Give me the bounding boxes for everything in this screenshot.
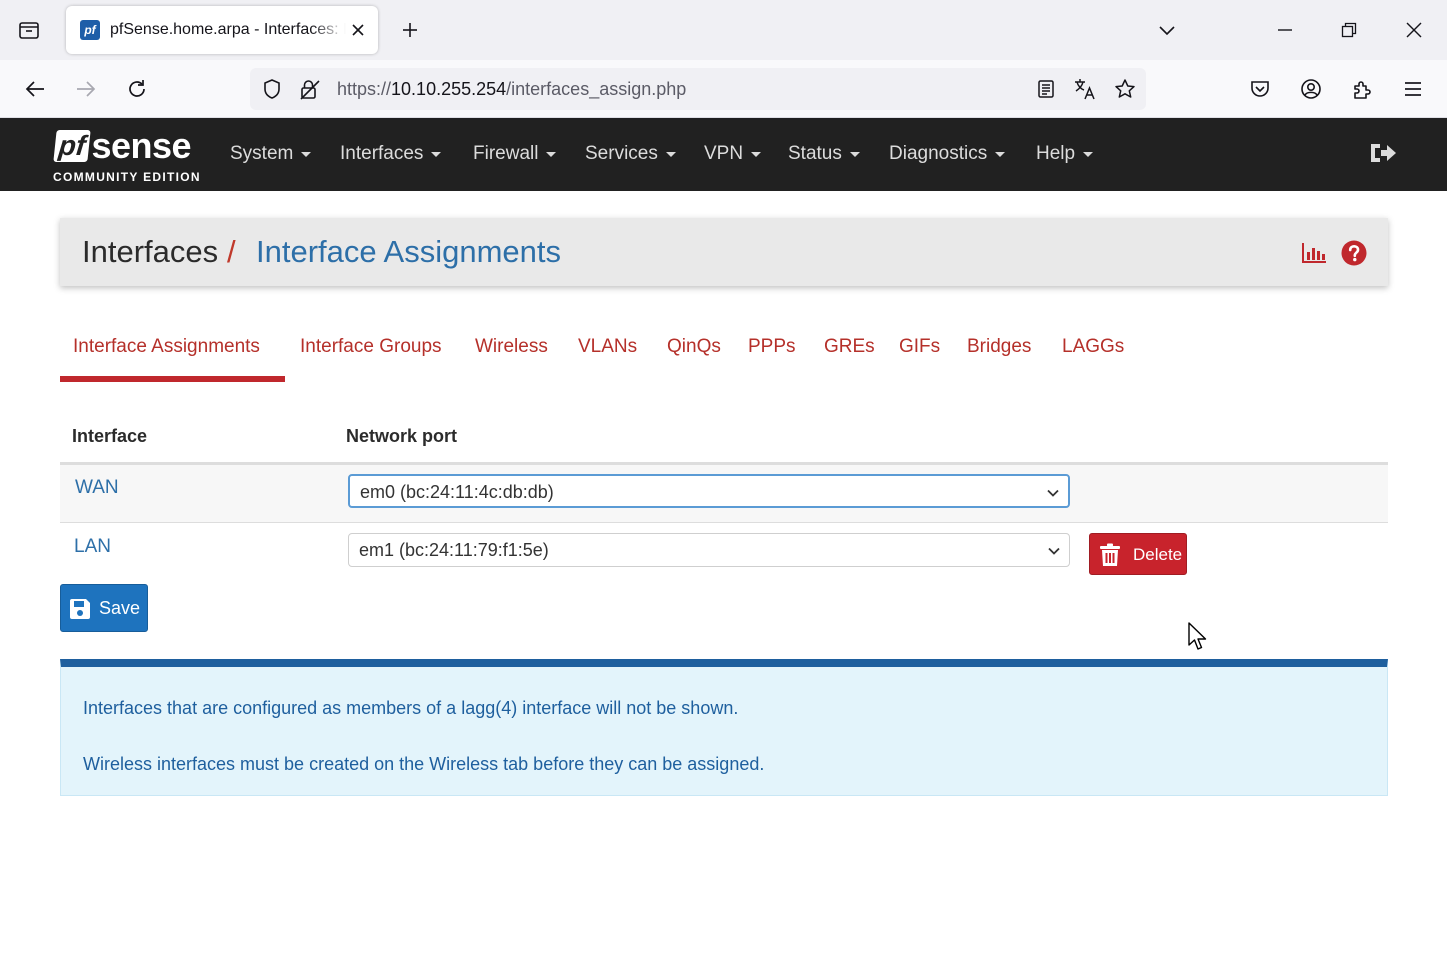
interface-link-lan[interactable]: LAN	[74, 536, 111, 558]
caret-down-icon	[1083, 151, 1094, 157]
trash-icon	[1098, 542, 1122, 568]
tab-interface-assignments[interactable]: Interface Assignments	[73, 335, 260, 359]
floppy-save-icon	[68, 597, 92, 621]
menu-vpn[interactable]: VPN	[704, 142, 762, 166]
tab-title: pfSense.home.arpa - Interfaces: Interfac…	[110, 21, 346, 38]
save-button-label: Save	[99, 598, 141, 618]
tab-bridges[interactable]: Bridges	[967, 335, 1031, 359]
translate-icon[interactable]	[1073, 77, 1097, 101]
network-port-select-wan[interactable]: em0 (bc:24:11:4c:db:db)	[348, 474, 1070, 508]
chevron-down-icon	[1048, 547, 1060, 555]
bookmark-star-icon[interactable]	[1113, 77, 1137, 101]
save-button[interactable]: Save	[60, 584, 148, 632]
status-chart-icon[interactable]	[1300, 240, 1328, 266]
forward-icon[interactable]	[70, 73, 102, 105]
insecure-lock-icon[interactable]	[298, 77, 322, 101]
restore-icon[interactable]	[1333, 14, 1365, 46]
pocket-icon[interactable]	[1244, 73, 1276, 105]
tab-gres[interactable]: GREs	[824, 335, 875, 359]
tab-overflow-chevron-icon[interactable]	[1151, 14, 1183, 46]
logout-icon[interactable]	[1368, 140, 1398, 166]
caret-down-icon	[995, 151, 1006, 157]
menu-help[interactable]: Help	[1036, 142, 1094, 166]
pfsense-navbar: pf sense COMMUNITY EDITION System Interfa…	[0, 118, 1447, 191]
menu-status[interactable]: Status	[788, 142, 860, 166]
table-row: LAN em1 (bc:24:11:79:f1:5e)	[60, 524, 1388, 582]
extensions-icon[interactable]	[1346, 73, 1378, 105]
caret-down-icon	[751, 151, 762, 157]
app-menu-icon[interactable]	[1397, 73, 1429, 105]
caret-down-icon	[431, 151, 442, 157]
url-text[interactable]: https://10.10.255.254/interfaces_assign.…	[337, 78, 686, 100]
list-all-tabs-icon[interactable]	[14, 16, 44, 44]
network-port-select-lan[interactable]: em1 (bc:24:11:79:f1:5e)	[348, 533, 1070, 567]
caret-down-icon	[301, 151, 312, 157]
info-lagg-note: Interfaces that are configured as member…	[83, 698, 739, 718]
browser-nav-bar: https://10.10.255.254/interfaces_assign.…	[0, 60, 1447, 118]
brand-edition: COMMUNITY EDITION	[53, 170, 201, 184]
interface-link-wan[interactable]: WAN	[75, 477, 119, 499]
caret-down-icon	[849, 151, 860, 157]
page-title[interactable]: Interface Assignments	[256, 234, 561, 270]
tab-interface-groups[interactable]: Interface Groups	[300, 335, 442, 359]
menu-services[interactable]: Services	[585, 142, 676, 166]
tab-ppps[interactable]: PPPs	[748, 335, 796, 359]
tab-wireless[interactable]: Wireless	[475, 335, 548, 359]
close-window-icon[interactable]	[1398, 14, 1430, 46]
active-tab-indicator	[60, 376, 285, 382]
minimize-icon[interactable]	[1269, 14, 1301, 46]
caret-down-icon	[546, 151, 557, 157]
pfsense-favicon-icon: pf	[80, 20, 100, 40]
menu-system[interactable]: System	[230, 142, 312, 166]
breadcrumb-parent[interactable]: Interfaces	[82, 234, 218, 270]
column-header-network-port: Network port	[346, 426, 458, 446]
address-bar[interactable]: https://10.10.255.254/interfaces_assign.…	[250, 68, 1146, 110]
menu-diagnostics[interactable]: Diagnostics	[889, 142, 1006, 166]
pfsense-logo[interactable]: pf sense COMMUNITY EDITION	[53, 126, 205, 186]
info-wireless-note: Wireless interfaces must be created on t…	[83, 754, 765, 774]
close-tab-icon[interactable]	[346, 18, 370, 42]
back-icon[interactable]	[19, 73, 51, 105]
tab-qinqs[interactable]: QinQs	[667, 335, 721, 359]
menu-firewall[interactable]: Firewall	[473, 142, 557, 166]
column-header-interface: Interface	[72, 426, 148, 446]
delete-button-label: Delete	[1133, 545, 1183, 564]
reload-icon[interactable]	[121, 73, 153, 105]
delete-button[interactable]: Delete	[1089, 533, 1187, 575]
help-question-icon[interactable]	[1340, 240, 1368, 266]
chevron-down-icon	[1047, 489, 1059, 497]
tracking-protection-shield-icon[interactable]	[260, 77, 284, 101]
tab-gifs[interactable]: GIFs	[899, 335, 940, 359]
browser-tab[interactable]: pf pfSense.home.arpa - Interfaces: Inter…	[66, 6, 378, 54]
breadcrumb: Interfaces / Interface Assignments	[60, 218, 1388, 286]
menu-interfaces[interactable]: Interfaces	[340, 142, 442, 166]
mouse-pointer-icon	[1188, 622, 1207, 650]
table-row: WAN em0 (bc:24:11:4c:db:db)	[60, 465, 1388, 523]
breadcrumb-separator: /	[227, 234, 236, 269]
caret-down-icon	[665, 151, 676, 157]
browser-tab-bar: pf pfSense.home.arpa - Interfaces: Inter…	[0, 0, 1447, 60]
reader-view-icon[interactable]	[1034, 77, 1058, 101]
new-tab-icon[interactable]	[396, 16, 424, 44]
tab-laggs[interactable]: LAGGs	[1062, 335, 1124, 359]
info-alert: Interfaces that are configured as member…	[60, 659, 1388, 796]
tab-vlans[interactable]: VLANs	[578, 335, 637, 359]
account-icon[interactable]	[1295, 73, 1327, 105]
